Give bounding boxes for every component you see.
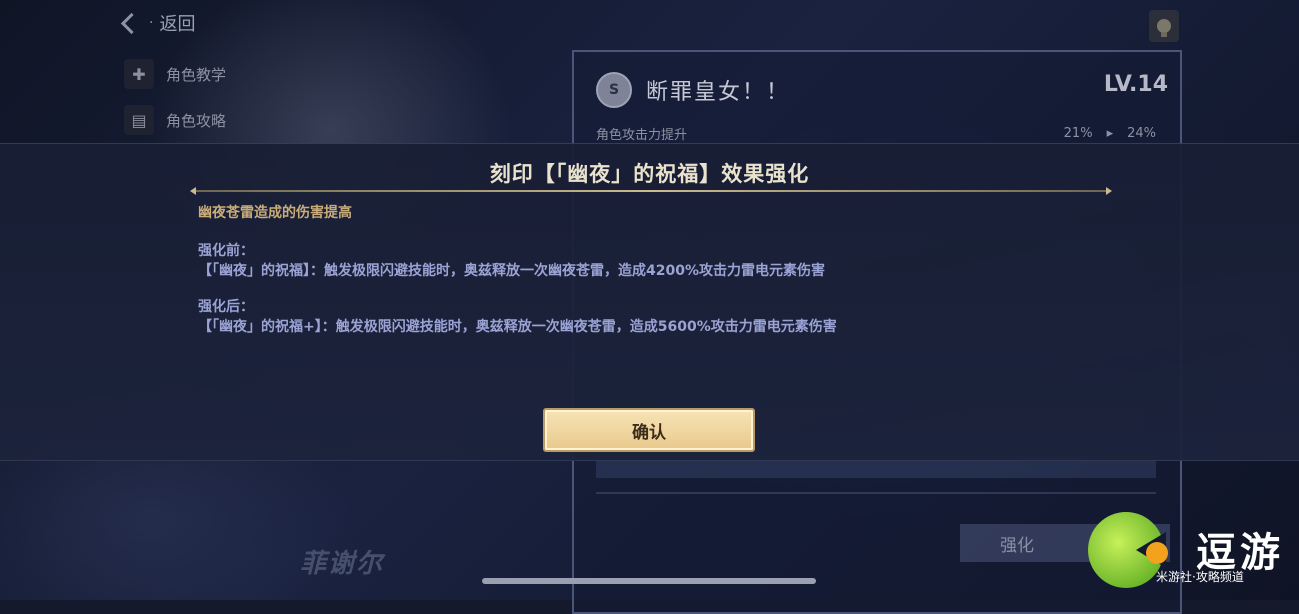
side-item-tutorial[interactable]: ✚ 角色教学 — [124, 58, 226, 90]
hint-button[interactable] — [1149, 10, 1179, 42]
dialog-title: 刻印【「幽夜」的祝福】效果强化 — [489, 162, 810, 186]
back-button[interactable]: · 返回 — [120, 10, 196, 36]
character-name: 菲谢尔 — [300, 549, 385, 579]
stigma-title: 断罪皇女！！ — [646, 80, 791, 105]
side-menu: ✚ 角色教学 ▤ 角色攻略 — [124, 58, 226, 150]
gamepad-icon: ✚ — [124, 59, 154, 89]
confirm-button[interactable]: 确认 — [543, 408, 755, 452]
stat-label: 角色攻击力提升 — [596, 128, 688, 143]
stat-before: 21% — [1063, 126, 1093, 141]
lightbulb-icon — [1157, 19, 1171, 37]
rank-badge-icon: S — [596, 72, 632, 108]
after-text: 【「幽夜」的祝福+】：触发极限闪避技能时，奥兹释放一次幽夜苍雷，造成5600%攻… — [198, 319, 837, 335]
effect-description: 幽夜苍雷造成的伤害提高 — [198, 205, 352, 221]
after-label: 强化后： — [198, 299, 254, 315]
before-text: 【「幽夜」的祝福】：触发极限闪避技能时，奥兹释放一次幽夜苍雷，造成4200%攻击… — [198, 263, 825, 279]
book-icon: ▤ — [124, 105, 154, 135]
enhance-effect-dialog: 刻印【「幽夜」的祝福】效果强化 幽夜苍雷造成的伤害提高 强化前： 【「幽夜」的祝… — [0, 143, 1299, 461]
chevron-left-icon — [120, 12, 143, 34]
stat-values: 21% ▸ 24% — [1064, 124, 1156, 143]
stigma-level: LV.14 — [1103, 72, 1168, 97]
side-item-label: 角色攻略 — [166, 111, 227, 130]
back-label: 返回 — [159, 14, 196, 35]
title-divider — [190, 187, 1112, 195]
home-indicator[interactable] — [482, 578, 816, 584]
side-item-guide[interactable]: ▤ 角色攻略 — [124, 104, 226, 136]
arrow-right-icon: ▸ — [1106, 126, 1114, 141]
side-item-label: 角色教学 — [166, 65, 227, 84]
confirm-button-label: 确认 — [632, 422, 666, 443]
watermark-logo-dot — [1146, 542, 1168, 564]
stigma-header: S 断罪皇女！！ — [596, 72, 790, 108]
stat-row: 角色攻击力提升 21% ▸ 24% — [596, 124, 1156, 143]
back-separator: · — [149, 15, 154, 31]
watermark-subtext: 米游社·攻略频道 — [1156, 570, 1244, 584]
divider — [596, 492, 1156, 494]
before-label: 强化前： — [198, 243, 254, 259]
enhance-button-label: 强化 — [1000, 535, 1034, 556]
stat-after: 24% — [1127, 126, 1156, 141]
